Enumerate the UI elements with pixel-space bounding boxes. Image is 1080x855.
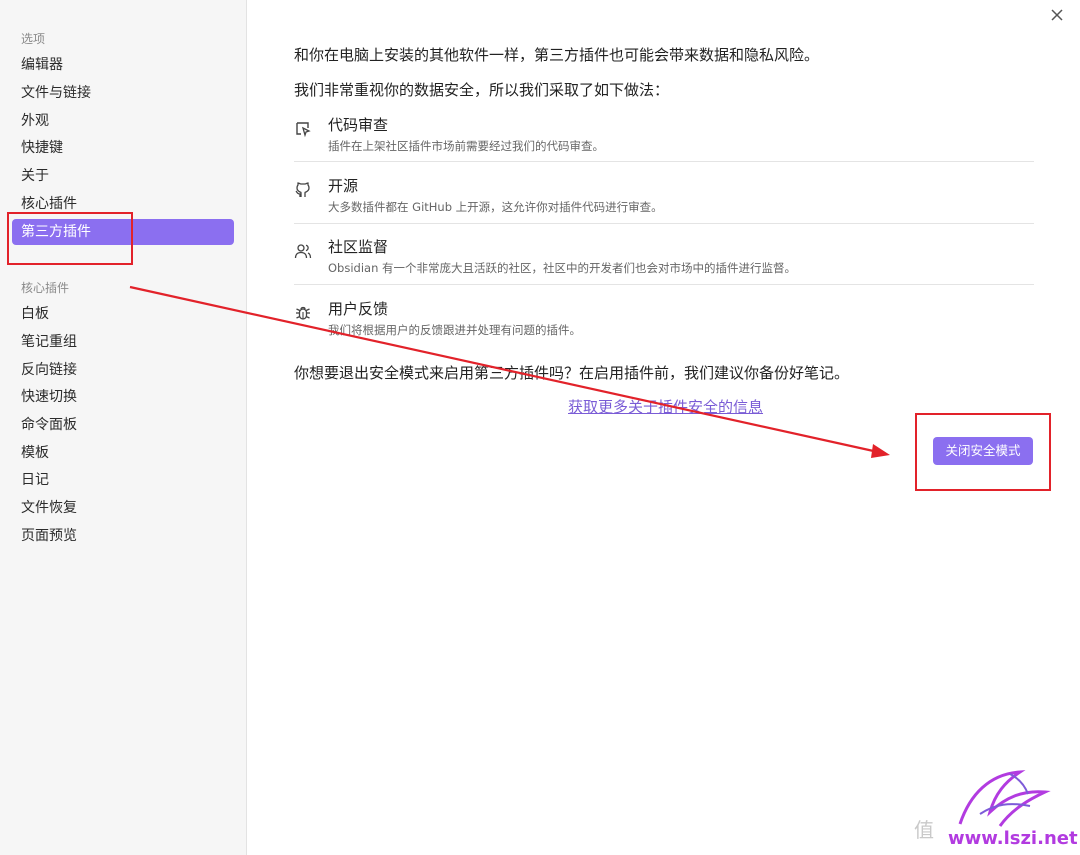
settings-window: 选项 编辑器 文件与链接 外观 快捷键 关于 核心插件 第三方插件 核心插件 白… xyxy=(0,0,1080,855)
watermark-logo xyxy=(958,770,1051,827)
watermark-prefix: 值 xyxy=(914,818,934,842)
watermark-url: www.lszi.net xyxy=(948,828,1078,849)
annotation-arrow xyxy=(129,285,890,458)
